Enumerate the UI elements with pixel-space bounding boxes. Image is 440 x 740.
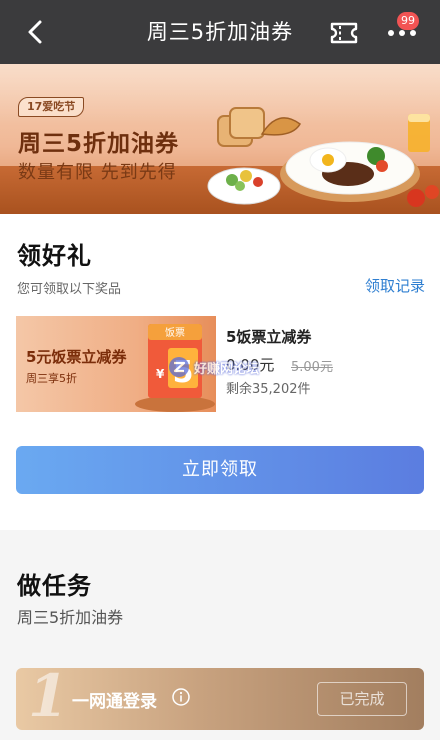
task-heading: 做任务 [17, 572, 92, 600]
coupon-name: 5饭票立减券 [226, 328, 312, 346]
page-title: 周三5折加油券 [146, 20, 294, 44]
watermark-logo-icon [169, 357, 189, 377]
coupon-original-price: 5.00元 [291, 360, 333, 375]
gift-description: 您可领取以下奖品 [17, 282, 122, 297]
coupon-card-subtitle: 周三享5折 [26, 372, 77, 385]
breakfast-illustration [207, 107, 439, 207]
banner-subtitle: 数量有限 先到先得 [18, 162, 177, 183]
top-nav-bar: 周三5折加油券 99 [0, 0, 440, 64]
info-icon[interactable] [172, 688, 190, 706]
coupon-card-title: 5元饭票立减券 [26, 348, 127, 366]
banner-title: 周三5折加油券 [18, 131, 180, 157]
watermark: 好赚网论坛 [168, 356, 259, 378]
coupon-remaining: 剩余35,202件 [226, 382, 311, 397]
gift-section: 领好礼 您可领取以下奖品 领取记录 5元饭票立减券 周三享5折 饭票 ¥ 5 5… [0, 214, 440, 530]
task-subtitle: 周三5折加油券 [17, 608, 124, 627]
task-section: 做任务 周三5折加油券 1 一网通登录 已完成 [0, 530, 440, 740]
ticket-icon[interactable] [329, 20, 359, 46]
task-label: 一网通登录 [72, 692, 157, 712]
coupon-currency: ¥ [156, 367, 165, 381]
notification-badge: 99 [397, 12, 419, 30]
coupon-ribbon-text: 饭票 [165, 327, 185, 339]
task-number: 1 [28, 668, 69, 730]
claim-now-button[interactable]: 立即领取 [16, 446, 424, 494]
festival-tag: 17爱吃节 [18, 97, 85, 117]
watermark-text: 好赚网论坛 [194, 361, 260, 377]
gift-heading: 领好礼 [17, 242, 92, 270]
task-item: 1 一网通登录 已完成 [16, 668, 424, 730]
task-completed-button[interactable]: 已完成 [317, 682, 407, 716]
promo-banner: 17爱吃节 周三5折加油券 数量有限 先到先得 [0, 64, 440, 214]
chevron-left-icon[interactable] [22, 18, 50, 46]
claim-record-link[interactable]: 领取记录 [365, 275, 425, 296]
